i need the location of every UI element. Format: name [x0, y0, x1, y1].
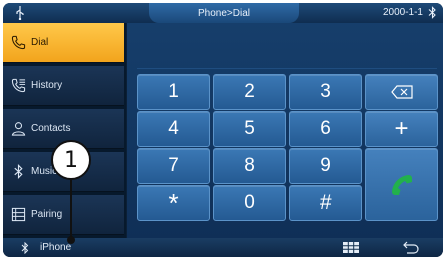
number-display — [137, 31, 437, 69]
key-2[interactable]: 2 — [213, 74, 286, 110]
key-5[interactable]: 5 — [213, 111, 286, 147]
contacts-icon — [11, 122, 26, 136]
key-label: 4 — [168, 118, 179, 139]
key-star[interactable]: * — [137, 185, 210, 221]
bluetooth-icon — [21, 242, 29, 254]
callout-label: 1 — [64, 147, 78, 173]
sidebar-item-label: Contacts — [31, 123, 71, 134]
key-9[interactable]: 9 — [289, 148, 362, 184]
status-bar: Phone>Dial 2000-1-1 — [3, 3, 443, 23]
key-6[interactable]: 6 — [289, 111, 362, 147]
bluetooth-icon — [428, 6, 436, 19]
key-4[interactable]: 4 — [137, 111, 210, 147]
key-label: 1 — [168, 81, 179, 102]
connected-device-name: iPhone — [40, 242, 72, 253]
page-title-text: Phone>Dial — [198, 7, 250, 19]
back-icon[interactable] — [403, 241, 419, 254]
date-text: 2000-1-1 — [382, 7, 423, 18]
call-button[interactable] — [365, 148, 438, 221]
key-label: 8 — [244, 155, 255, 176]
plus-label: + — [394, 115, 409, 142]
key-7[interactable]: 7 — [137, 148, 210, 184]
sidebar-item-label: Dial — [31, 37, 49, 48]
key-label: # — [319, 191, 332, 214]
sidebar-item-history[interactable]: History — [3, 66, 124, 106]
sidebar-item-label: Pairing — [31, 209, 63, 220]
callout-pointer-dot — [67, 236, 75, 244]
backspace-button[interactable] — [365, 74, 438, 110]
key-label: 7 — [168, 155, 179, 176]
key-label: 2 — [244, 81, 255, 102]
key-hash[interactable]: # — [289, 185, 362, 221]
key-8[interactable]: 8 — [213, 148, 286, 184]
key-3[interactable]: 3 — [289, 74, 362, 110]
key-label: 6 — [320, 118, 331, 139]
usb-icon — [16, 6, 24, 20]
callout-number: 1 — [51, 140, 91, 180]
key-label: 3 — [320, 81, 331, 102]
device-screen: Phone>Dial 2000-1-1 Dial History Contact… — [3, 3, 443, 257]
phone-icon — [11, 35, 26, 50]
key-label: 9 — [320, 155, 331, 176]
key-label: 5 — [244, 118, 255, 139]
key-0[interactable]: 0 — [213, 185, 286, 221]
plus-button[interactable]: + — [365, 111, 438, 147]
call-history-icon — [11, 78, 26, 93]
backspace-icon — [390, 85, 413, 99]
keypad-grid-icon[interactable] — [343, 242, 359, 253]
call-icon — [391, 174, 412, 195]
bluetooth-icon — [14, 164, 23, 179]
page-title: Phone>Dial — [149, 3, 299, 23]
callout-leader-line — [70, 180, 72, 238]
sidebar-item-pairing[interactable]: Pairing — [3, 195, 124, 235]
dial-pad: 1 2 3 4 5 6 + 7 8 9 * 0 # — [127, 23, 443, 238]
sidebar: Dial History Contacts Music Pairing — [3, 23, 126, 238]
pairing-list-icon — [11, 207, 26, 222]
key-1[interactable]: 1 — [137, 74, 210, 110]
key-label: 0 — [244, 192, 255, 213]
key-label: * — [168, 187, 179, 218]
sidebar-item-dial[interactable]: Dial — [3, 23, 124, 63]
sidebar-item-label: History — [31, 80, 63, 91]
